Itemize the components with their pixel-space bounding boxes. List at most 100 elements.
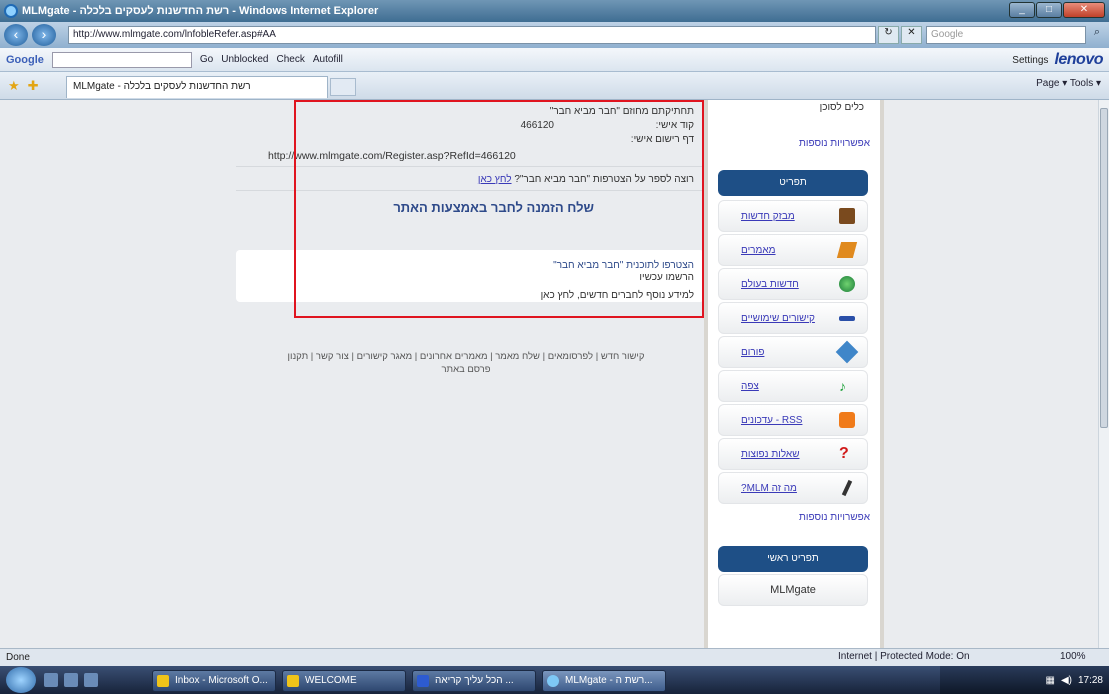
task-word[interactable]: הכל עליך קריאה ... [412,670,536,692]
clock[interactable]: 17:28 [1078,675,1103,686]
task-outlook[interactable]: Inbox - Microsoft O... [152,670,276,692]
sidebar-section-label-2: אפשרויות נוספות [798,512,870,523]
google-logo: Google [6,53,44,66]
forward-button[interactable]: › [32,24,56,46]
footer-links[interactable]: קישור חדש | לפרסומאים | שלח מאמר | מאמרי… [246,350,686,376]
ie-icon [547,675,559,687]
globe-icon [839,276,855,292]
refresh-icon[interactable]: ↻ [878,26,899,44]
sidebar-item-label: פורום [741,346,765,358]
favorites-star-icon[interactable]: ★ [8,78,20,94]
address-bar: ‹ › http://www.mlmgate.com/lnfobleRefer.… [0,22,1109,48]
sidebar-item-label: מבזק חדשות [741,210,795,222]
sidebar-item-1[interactable]: מבזק חדשות [718,200,868,232]
google-search-input[interactable] [51,51,192,68]
title-bar: MLMgate - רשת החדשנות לעסקים בלכלה - Win… [0,0,1109,22]
footer-links-line[interactable]: קישור חדש | לפרסומאים | שלח מאמר | מאמרי… [246,350,686,363]
quick-launch [44,673,98,687]
music-icon: ♪ [839,378,846,394]
network-icon[interactable]: ▦ [1045,675,1054,686]
check-button[interactable]: Check [277,54,305,65]
security-zone: Internet | Protected Mode: On [838,651,970,662]
taskbar: Inbox - Microsoft O... WELCOME הכל עליך … [0,666,1109,694]
pencil-icon [841,479,853,497]
word-icon [417,675,429,687]
sidebar-item-label: RSS - עדכונים [741,414,803,426]
book-icon [839,208,855,224]
rss-icon [839,412,855,428]
stop-icon[interactable]: ✕ [901,26,922,44]
start-button[interactable] [6,667,36,693]
sidebar-item-mlmgate[interactable]: MLMgate [718,574,868,606]
scrollbar-thumb[interactable] [1100,108,1108,428]
back-button[interactable]: ‹ [4,24,28,46]
popup-blocker-button[interactable]: Unblocked [221,54,268,65]
ie-quicklaunch-icon[interactable] [84,673,98,687]
google-toolbar: Google Go Unblocked Check Autofill Setti… [0,48,1109,72]
task-welcome[interactable]: WELCOME [282,670,406,692]
highlight-frame [294,100,704,318]
window-controls: _ □ ✕ [1009,2,1105,18]
sidebar-item-label: MLMgate [770,584,816,596]
sidebar-item-8[interactable]: שאלות נפוצות ? [718,438,868,470]
sidebar-top-item[interactable]: כלים לסוכן [724,102,864,116]
sidebar-item-label: מאמרים [741,244,776,256]
maximize-button[interactable]: □ [1036,2,1062,18]
sidebar-item-9[interactable]: מה זה MLM? [718,472,868,504]
sidebar-menu-header: תפריט [718,170,868,196]
tab-mlmgate[interactable]: MLMgate - רשת החדשנות לעסקים בלכלה [66,76,328,98]
sidebar-item-label: שאלות נפוצות [741,448,800,460]
search-icon[interactable]: ⌕ [1088,26,1106,44]
url-field[interactable]: http://www.mlmgate.com/lnfobleRefer.asp#… [68,26,876,44]
command-bar[interactable]: Page ▾ Tools ▾ [1036,78,1101,89]
window-title: MLMgate - רשת החדשנות לעסקים בלכלה - Win… [22,5,379,17]
sidebar-item-label: חדשות בעולם [741,278,799,290]
close-button[interactable]: ✕ [1063,2,1105,18]
question-icon: ? [839,445,849,462]
toolbar-right: Settings lenovo [1012,51,1103,69]
link-icon [839,315,855,321]
footer-links-line2[interactable]: פרסם באתר [246,363,686,376]
new-tab-button[interactable] [330,78,356,96]
sidebar-item-6[interactable]: צפה ♪ [718,370,868,402]
switch-windows-icon[interactable] [64,673,78,687]
sidebar-item-5[interactable]: פורום [718,336,868,368]
sidebar-item-2[interactable]: מאמרים [718,234,868,266]
settings-button[interactable]: Settings [1012,55,1048,66]
go-button[interactable]: Go [200,54,213,65]
refresh-stop-tools: ↻ ✕ [878,26,922,44]
sidebar-item-label: צפה [741,380,759,392]
task-label: WELCOME [305,675,357,686]
sidebar-item-4[interactable]: קישורים שימושיים [718,302,868,334]
sidebar-item-3[interactable]: חדשות בעולם [718,268,868,300]
sidebar-item-label: קישורים שימושיים [741,312,815,324]
folder-icon [287,675,299,687]
pen-icon [836,242,858,258]
task-ie[interactable]: MLMgate - רשת ה... [542,670,666,692]
zoom-level[interactable]: 100% [1060,651,1086,662]
sidebar-item-label: מה זה MLM? [741,482,797,494]
outlook-icon [157,675,169,687]
sidebar-main-menu-header: תפריט ראשי [718,546,868,572]
system-tray: ▦ ◀) 17:28 [940,666,1109,694]
tabs-bar: ★ ✚ MLMgate - רשת החדשנות לעסקים בלכלה P… [0,72,1109,100]
add-favorites-icon[interactable]: ✚ [28,78,39,94]
task-label: Inbox - Microsoft O... [175,675,268,686]
sidebar: כלים לסוכן אפשרויות נוספות תפריט מבזק חד… [704,100,884,648]
page-content: תחתיקתם מחוזם "חבר מביא חבר" 466120 קוד … [0,100,1098,648]
status-bar: Done Internet | Protected Mode: On 100% [0,648,1109,666]
task-label: הכל עליך קריאה ... [435,675,514,686]
minimize-button[interactable]: _ [1009,2,1035,18]
show-desktop-icon[interactable] [44,673,58,687]
task-label: MLMgate - רשת ה... [565,675,653,686]
gear-icon [835,340,859,364]
ie-logo-icon [4,4,18,18]
sidebar-item-7[interactable]: RSS - עדכונים [718,404,868,436]
autofill-button[interactable]: Autofill [313,54,343,65]
vertical-scrollbar[interactable] [1098,100,1109,648]
lenovo-logo: lenovo [1054,51,1103,68]
volume-icon[interactable]: ◀) [1061,675,1072,686]
sidebar-section-label: אפשרויות נוספות [798,138,870,149]
search-input[interactable]: Google [926,26,1086,44]
status-text: Done [6,652,30,663]
